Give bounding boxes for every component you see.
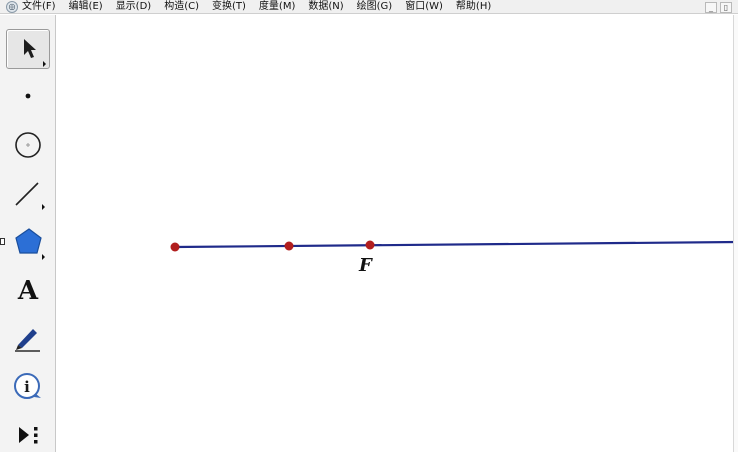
svg-text:i: i bbox=[24, 378, 30, 396]
minimize-button[interactable]: _ bbox=[705, 1, 717, 13]
menu-window[interactable]: 窗口(W) bbox=[405, 0, 443, 13]
arrow-select-icon bbox=[24, 39, 46, 67]
menu-display[interactable]: 显示(D) bbox=[116, 0, 152, 13]
custom-tools[interactable] bbox=[6, 415, 50, 455]
point-tool[interactable] bbox=[6, 76, 50, 116]
info-icon: i bbox=[14, 373, 41, 399]
pentagon-icon bbox=[15, 228, 45, 260]
point-icon bbox=[25, 93, 31, 99]
play-more-icon bbox=[19, 427, 38, 444]
menu-transform[interactable]: 变换(T) bbox=[212, 0, 246, 13]
menu-help[interactable]: 帮助(H) bbox=[456, 0, 491, 13]
scrollbar-edge[interactable] bbox=[733, 15, 738, 452]
menu-measure[interactable]: 度量(M) bbox=[259, 0, 295, 13]
point-start[interactable] bbox=[170, 242, 180, 252]
resize-handle[interactable] bbox=[0, 238, 5, 245]
straightedge-tool[interactable] bbox=[6, 175, 50, 215]
construction-drawing bbox=[170, 240, 738, 252]
menu-graph[interactable]: 绘图(G) bbox=[357, 0, 393, 13]
text-tool[interactable]: A bbox=[6, 271, 50, 311]
text-icon: A bbox=[17, 276, 39, 306]
point-f-label[interactable]: F bbox=[359, 255, 372, 276]
marker-tool[interactable] bbox=[6, 318, 50, 358]
window-controls: _ ▯ bbox=[705, 0, 732, 14]
line-segment-icon bbox=[15, 182, 45, 210]
menu-data[interactable]: 数据(N) bbox=[308, 0, 343, 13]
point-middle[interactable] bbox=[284, 241, 294, 251]
menu-file[interactable]: 文件(F) bbox=[22, 0, 56, 13]
app-icon[interactable]: ◎ bbox=[6, 0, 18, 13]
menu-edit[interactable]: 编辑(E) bbox=[69, 0, 103, 13]
information-tool[interactable]: i bbox=[6, 367, 50, 407]
menu-construct[interactable]: 构造(C) bbox=[164, 0, 199, 13]
pen-icon bbox=[15, 329, 40, 352]
toolbox: A i bbox=[0, 15, 56, 452]
restore-button[interactable]: ▯ bbox=[720, 1, 732, 13]
menu-bar: ◎ 文件(F) 编辑(E) 显示(D) 构造(C) 变换(T) 度量(M) 数据… bbox=[0, 0, 738, 14]
sketch-canvas[interactable]: F bbox=[57, 15, 738, 452]
circle-icon bbox=[15, 132, 41, 158]
compass-tool[interactable] bbox=[6, 125, 50, 165]
point-f[interactable] bbox=[365, 240, 375, 250]
ray-line[interactable] bbox=[174, 240, 738, 249]
arrow-select-tool[interactable] bbox=[6, 29, 50, 69]
polygon-tool[interactable] bbox=[6, 223, 50, 263]
